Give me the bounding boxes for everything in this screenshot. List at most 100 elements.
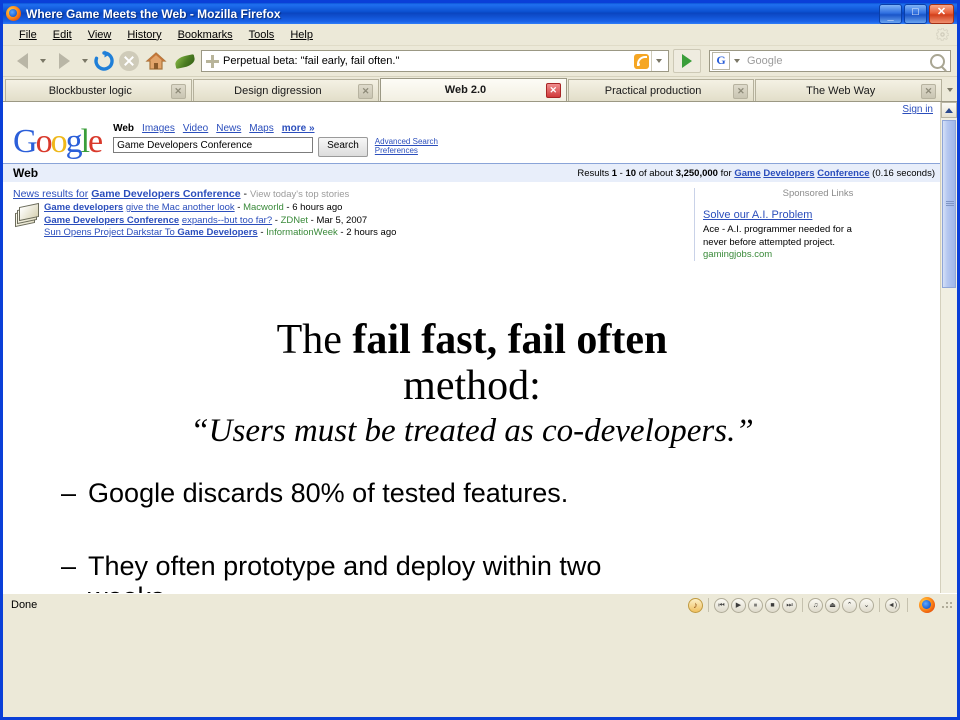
gear-icon[interactable]	[936, 28, 949, 41]
results-term-conference[interactable]: Conference	[817, 168, 869, 179]
navigation-toolbar: Perpetual beta: "fail early, fail often.…	[3, 46, 957, 77]
tab-web-2-0[interactable]: Web 2.0 ✕	[380, 78, 567, 101]
forward-button[interactable]	[51, 49, 77, 73]
menu-tools[interactable]: Tools	[241, 27, 283, 43]
maximize-button[interactable]: □	[904, 3, 927, 24]
tab-close-icon[interactable]: ✕	[358, 84, 374, 99]
google-g-icon[interactable]: G	[712, 52, 730, 70]
home-button[interactable]	[145, 51, 167, 71]
tab-blockbuster-logic[interactable]: Blockbuster logic ✕	[5, 79, 192, 101]
tab-label: Practical production	[604, 84, 702, 97]
news-item-sep2: -	[340, 227, 344, 238]
slide-quote: “Users must be treated as co-developers.…	[190, 413, 754, 449]
tab-close-icon[interactable]: ✕	[920, 84, 936, 99]
tab-overflow-button[interactable]	[943, 79, 957, 101]
play-icon[interactable]: ▶	[731, 597, 746, 613]
scroll-up-button[interactable]	[941, 102, 957, 118]
news-item-title[interactable]: give the Mac another look	[126, 202, 235, 213]
news-item-title[interactable]: Sun Opens Project Darkstar To	[44, 227, 177, 238]
search-bar[interactable]: G Google	[709, 50, 951, 72]
news-item-title-bold[interactable]: Game developers	[44, 202, 123, 213]
slide-bullets: – Google discards 80% of tested features…	[3, 450, 941, 593]
news-heading-query[interactable]: Game Developers Conference	[91, 188, 240, 200]
eject-icon[interactable]: ⏏	[825, 597, 840, 613]
menu-bookmarks[interactable]: Bookmarks	[170, 27, 241, 43]
leaf-icon[interactable]	[174, 53, 196, 69]
resize-grip-icon[interactable]	[941, 599, 953, 611]
nav-images[interactable]: Images	[142, 123, 175, 134]
tab-the-web-way[interactable]: The Web Way ✕	[755, 79, 942, 101]
news-item: Game developers give the Mac another loo…	[44, 202, 396, 215]
nav-news[interactable]: News	[216, 123, 241, 134]
news-results-column: News results for Game Developers Confere…	[3, 188, 686, 261]
volume-up-icon[interactable]: ⌃	[842, 597, 857, 613]
news-heading-prefix[interactable]: News results for	[13, 188, 88, 200]
address-bar[interactable]: Perpetual beta: "fail early, fail often.…	[201, 50, 669, 72]
music-note-icon[interactable]: ♪	[688, 597, 703, 613]
search-input[interactable]: Google	[743, 55, 925, 67]
signin-link[interactable]: Sign in	[902, 104, 933, 115]
news-item: Game Developers Conference expands--but …	[44, 215, 396, 228]
menu-view-label: View	[87, 28, 112, 41]
go-button[interactable]	[673, 49, 701, 73]
preferences-link[interactable]: Preferences	[375, 146, 438, 155]
forward-history-dropdown-icon[interactable]	[82, 59, 88, 63]
chevron-down-icon	[946, 88, 953, 92]
nav-maps[interactable]: Maps	[249, 123, 273, 134]
page-scrollbar[interactable]	[940, 102, 957, 593]
back-history-dropdown-icon[interactable]	[40, 59, 46, 63]
news-item-title-bold[interactable]: Game Developers	[177, 227, 257, 238]
search-icon[interactable]	[930, 53, 945, 69]
next-track-icon[interactable]: ⏭	[782, 597, 797, 613]
volume-down-icon[interactable]: ⌄	[859, 597, 874, 613]
previous-track-icon[interactable]: ⏮	[714, 597, 729, 613]
news-item-title[interactable]: expands--but too far?	[182, 215, 272, 226]
menu-edit[interactable]: Edit	[45, 27, 80, 43]
results-about: of about	[638, 167, 674, 179]
minimize-button[interactable]: _	[879, 3, 902, 24]
equalizer-note-icon[interactable]: ♫	[808, 597, 823, 613]
reload-button[interactable]	[93, 50, 115, 72]
menu-file[interactable]: File	[11, 27, 45, 43]
close-button[interactable]: ✕	[929, 3, 954, 24]
news-item-sep: -	[260, 227, 264, 238]
tab-bar: Blockbuster logic ✕ Design digression ✕ …	[3, 77, 957, 102]
stop-icon[interactable]: ■	[765, 597, 780, 613]
back-button[interactable]	[9, 49, 35, 73]
results-term-developers[interactable]: Developers	[763, 168, 814, 179]
tab-practical-production[interactable]: Practical production ✕	[567, 79, 755, 101]
search-engine-dropdown-icon[interactable]	[734, 59, 740, 63]
news-item-title-bold[interactable]: Game Developers Conference	[44, 215, 179, 226]
scrollbar-thumb[interactable]	[942, 120, 956, 288]
rss-feed-icon[interactable]	[634, 53, 649, 69]
firefox-tray-icon[interactable]	[919, 597, 935, 613]
pause-icon[interactable]: ⏸	[748, 597, 763, 613]
menu-bookmarks-label: Bookmarks	[177, 28, 233, 41]
stop-button[interactable]	[119, 51, 139, 71]
tab-close-icon[interactable]: ✕	[545, 83, 561, 98]
speaker-icon[interactable]: ◄)	[885, 597, 900, 613]
tab-close-icon[interactable]: ✕	[733, 84, 749, 99]
tab-close-icon[interactable]: ✕	[170, 84, 186, 99]
google-search-button[interactable]: Search	[318, 137, 368, 157]
results-summary-bar: Web Results 1 - 10 of about 3,250,000 fo…	[3, 163, 941, 182]
google-query-input[interactable]: Game Developers Conference	[113, 137, 314, 153]
status-text: Done	[5, 599, 686, 611]
news-today-link[interactable]: View today's top stories	[250, 189, 349, 200]
results-prefix: Results	[577, 167, 610, 179]
results-term-game[interactable]: Game	[734, 168, 760, 179]
sponsored-ad-title[interactable]: Solve our A.I. Problem	[703, 209, 812, 221]
menu-history[interactable]: History	[119, 27, 169, 43]
nav-video[interactable]: Video	[183, 123, 208, 134]
nav-more[interactable]: more »	[282, 123, 315, 134]
advanced-search-link[interactable]: Advanced Search	[375, 137, 438, 146]
results-for: for	[720, 167, 732, 179]
sponsored-ad-url: gamingjobs.com	[703, 249, 773, 260]
title-bar: Where Game Meets the Web - Mozilla Firef…	[3, 3, 957, 24]
tab-design-digression[interactable]: Design digression ✕	[192, 79, 380, 101]
slide-title-part2: method:	[403, 363, 541, 409]
menu-help[interactable]: Help	[282, 27, 321, 43]
menu-view[interactable]: View	[80, 27, 120, 43]
address-dropdown-button[interactable]	[651, 51, 666, 71]
google-logo[interactable]: Google	[13, 125, 103, 159]
